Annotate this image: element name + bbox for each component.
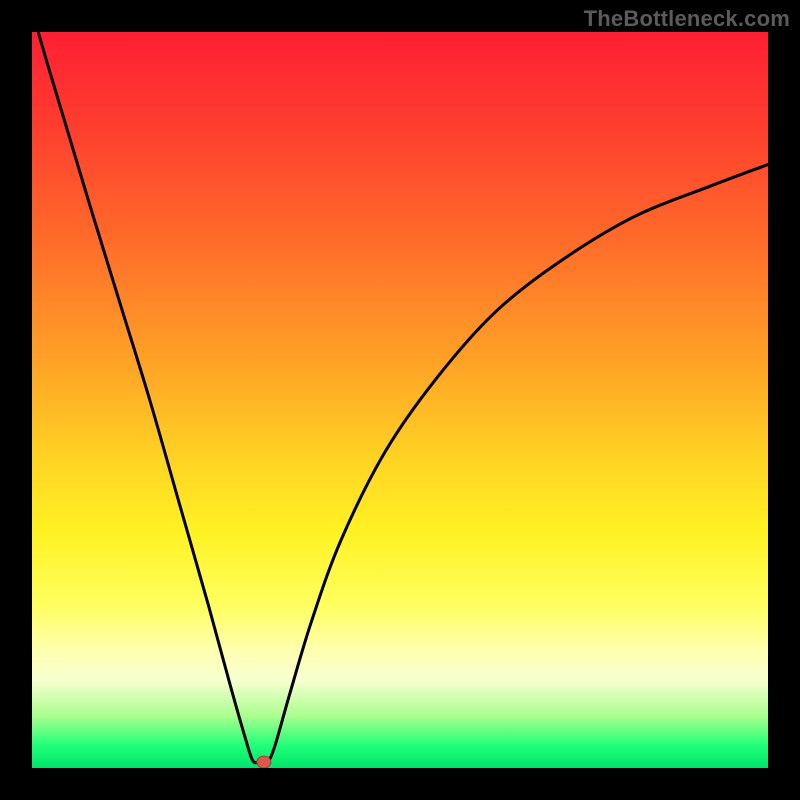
minimum-marker <box>257 756 271 768</box>
curve-path <box>32 32 768 763</box>
watermark-text: TheBottleneck.com <box>584 6 790 32</box>
bottleneck-curve <box>32 32 768 768</box>
chart-frame: TheBottleneck.com <box>0 0 800 800</box>
chart-plot-area <box>32 32 768 768</box>
